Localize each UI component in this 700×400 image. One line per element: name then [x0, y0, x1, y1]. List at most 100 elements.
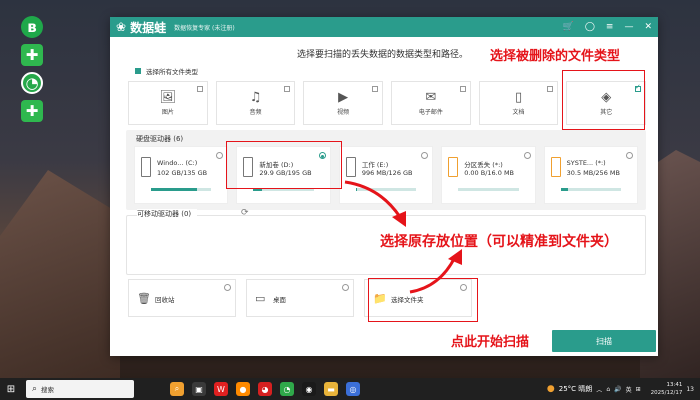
- file-type-label: 图片: [161, 108, 174, 116]
- browser-app-icon[interactable]: ◎: [346, 382, 360, 396]
- wps-app-icon[interactable]: W: [214, 382, 228, 396]
- refresh-icon[interactable]: ⟳: [241, 208, 249, 218]
- email-icon: ✉: [425, 89, 437, 105]
- firefox-app-icon[interactable]: ●: [236, 382, 250, 396]
- file-type-checkbox[interactable]: [547, 86, 554, 92]
- annotation-scan: 点此开始扫描: [451, 335, 530, 350]
- app-window: ❀ 数据蛙 数据恢复专家 (未注册) 🛒 ◯ ≡ — ✕ 选择要扫描的丢失数据的…: [110, 17, 658, 356]
- annotation-file-type: 选择被删除的文件类型: [490, 49, 621, 64]
- select-all-checkbox[interactable]: 选择所有文件类型: [135, 66, 198, 76]
- drive-radio[interactable]: [626, 152, 634, 159]
- drive-size: 30.5 MB/256 MB: [566, 169, 620, 177]
- removable-section-title: 可移动驱动器 (0): [137, 209, 198, 219]
- app-tray-icon[interactable]: ⊞: [636, 386, 641, 393]
- drive-radio[interactable]: [421, 152, 429, 159]
- search-placeholder: 搜索: [41, 386, 55, 394]
- location-radio[interactable]: [342, 284, 349, 291]
- location-radio[interactable]: [224, 284, 231, 291]
- minimize-icon[interactable]: —: [624, 22, 633, 32]
- cart-icon[interactable]: 🛒: [563, 22, 574, 32]
- search-icon: ⌕: [32, 384, 38, 394]
- file-type-label: 电子邮件: [418, 108, 443, 116]
- instruction-text: 选择要扫描的丢失数据的数据类型和路径。: [297, 50, 469, 60]
- menu-icon[interactable]: ≡: [606, 22, 614, 32]
- highlight-box-drive-d: [226, 141, 342, 189]
- file-type-audio[interactable]: ♫ 音频: [215, 81, 296, 125]
- drive-c[interactable]: Windo... (C:) 102 GB/135 GB: [134, 146, 229, 204]
- taskbar: ⊞ ⌕ 搜索 ⌕ ▣ W ● ◕ ◔ ◉ ▬ ◎ ● 25°C 晴朗 ︿ ⌂ 🔊…: [0, 378, 700, 400]
- location-label: 桌面: [273, 296, 286, 304]
- file-type-image[interactable]: 🖼 图片: [128, 81, 208, 125]
- document-icon: ▯: [514, 89, 523, 105]
- file-app-icon[interactable]: ▣: [192, 382, 206, 396]
- weather-text[interactable]: 25°C 晴朗: [559, 384, 593, 394]
- red-app-icon[interactable]: ◕: [258, 382, 272, 396]
- explorer-app-icon[interactable]: ▬: [324, 382, 338, 396]
- desktop-wallpaper-rock: [0, 170, 120, 390]
- audio-icon: ♫: [249, 89, 262, 105]
- ime-indicator[interactable]: 英: [626, 385, 632, 394]
- drive-name: 工作 (E:): [361, 161, 389, 169]
- bluetooth-app-icon[interactable]: ʙ: [21, 16, 43, 38]
- file-type-label: 视频: [337, 108, 350, 116]
- drive-radio[interactable]: [216, 152, 224, 159]
- app-subtitle: 数据恢复专家 (未注册): [174, 24, 235, 32]
- notification-count[interactable]: 13: [686, 386, 694, 393]
- location-recycle-bin[interactable]: 🗑 回收站: [128, 279, 236, 317]
- hdd-section-title: 硬盘驱动器 (6): [136, 135, 184, 143]
- arrow-annotation-2: [409, 249, 462, 294]
- file-type-checkbox[interactable]: [196, 86, 203, 92]
- drive-icon: [141, 157, 151, 177]
- file-type-document[interactable]: ▯ 文档: [478, 81, 559, 125]
- drive-usage-bar: [458, 188, 519, 191]
- system-tray: ● 25°C 晴朗 ︿ ⌂ 🔊 英 ⊞ 13:41 2025/12/17 13: [547, 381, 700, 397]
- file-type-label: 文档: [512, 108, 525, 116]
- drive-name: SYSTE... (*:): [566, 159, 606, 167]
- image-icon: 🖼: [159, 89, 177, 105]
- app-title: 数据蛙: [130, 20, 167, 35]
- volume-icon[interactable]: 🔊: [614, 386, 621, 393]
- drive-usage-bar: [151, 188, 212, 191]
- file-type-video[interactable]: ▶ 视频: [303, 81, 384, 125]
- drive-radio[interactable]: [523, 152, 531, 159]
- desktop-icons: ʙ ✚ ◔ ✚: [21, 16, 43, 122]
- clock-date: 2025/12/17: [650, 390, 683, 396]
- drive-system[interactable]: SYSTE... (*:) 30.5 MB/256 MB: [543, 146, 639, 204]
- drive-size: 0.00 B/16.0 MB: [464, 169, 515, 177]
- drive-icon: [448, 157, 459, 177]
- scan-button[interactable]: 扫描: [552, 330, 656, 352]
- green-plus-app-icon[interactable]: ✚: [21, 44, 43, 66]
- user-icon[interactable]: ◯: [585, 22, 595, 32]
- search-app-icon[interactable]: ⌕: [170, 382, 184, 396]
- file-type-checkbox[interactable]: [284, 86, 291, 92]
- close-icon[interactable]: ✕: [644, 22, 652, 32]
- tray-chevron-icon[interactable]: ︿: [596, 385, 602, 394]
- taskbar-search[interactable]: ⌕ 搜索: [26, 380, 134, 398]
- location-label: 回收站: [155, 296, 175, 304]
- title-bar: ❀ 数据蛙 数据恢复专家 (未注册) 🛒 ◯ ≡ — ✕: [110, 17, 658, 37]
- recycle-bin-icon: 🗑: [137, 292, 151, 305]
- drive-lost-partition[interactable]: 分区丢失 (*:) 0.00 B/16.0 MB: [441, 146, 536, 204]
- video-icon: ▶: [338, 89, 349, 105]
- location-desktop[interactable]: ▭ 桌面: [246, 279, 354, 317]
- green-plus-app-icon-2[interactable]: ✚: [21, 100, 43, 122]
- weather-icon: ●: [546, 384, 555, 394]
- file-type-checkbox[interactable]: [372, 86, 379, 92]
- clock[interactable]: 13:41 2025/12/17: [651, 381, 683, 397]
- drive-icon: [345, 157, 356, 177]
- qq-app-icon[interactable]: ◉: [302, 382, 316, 396]
- windows-start-icon[interactable]: ⊞: [0, 384, 22, 395]
- drive-name: Windo... (C:): [157, 159, 198, 167]
- drive-size: 102 GB/135 GB: [157, 169, 208, 177]
- checkbox-square: [135, 68, 141, 74]
- recovery-app-icon[interactable]: ◔: [21, 72, 43, 94]
- drive-size: 996 MB/126 GB: [361, 169, 413, 177]
- location-list: 🗑 回收站 ▭ 桌面 📁 选择文件夹: [128, 279, 578, 317]
- file-type-checkbox[interactable]: [459, 86, 466, 92]
- file-type-email[interactable]: ✉ 电子邮件: [391, 81, 471, 125]
- drive-name: 分区丢失 (*:): [464, 161, 503, 169]
- network-icon[interactable]: ⌂: [606, 386, 610, 393]
- clock-time: 13:41: [666, 382, 683, 388]
- taskbar-apps: ⌕ ▣ W ● ◕ ◔ ◉ ▬ ◎: [170, 382, 360, 396]
- recovery-app-icon[interactable]: ◔: [280, 382, 294, 396]
